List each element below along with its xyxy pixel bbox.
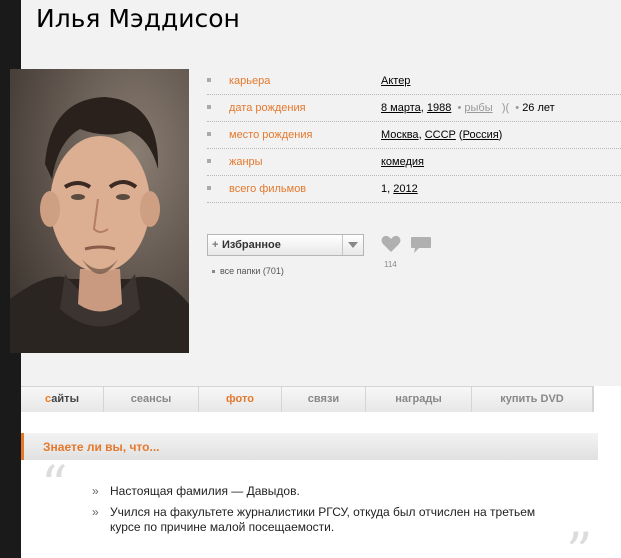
chevron-down-icon	[348, 242, 358, 248]
comment-icon[interactable]	[410, 236, 432, 259]
tab-buy-dvd[interactable]: купить DVD	[472, 386, 593, 412]
tab-sites-label: айты	[51, 393, 79, 405]
tab-bar: сайты сеансы фото связи награды купить D…	[21, 386, 621, 412]
bullet-icon	[207, 159, 211, 163]
tab-sessions[interactable]: сеансы	[104, 386, 199, 412]
profile-photo[interactable]	[10, 69, 189, 353]
info-row-birthdate: дата рождения 8 марта, 1988 • рыбы )( • …	[207, 95, 621, 122]
bullet-icon	[207, 186, 211, 190]
trivia-fact: » Настоящая фамилия — Давыдов.	[92, 484, 562, 499]
tab-awards[interactable]: награды	[366, 386, 472, 412]
all-folders-link[interactable]: все папки (701)	[220, 266, 284, 276]
city-link[interactable]: Москва	[381, 129, 419, 141]
info-label: дата рождения	[229, 102, 306, 114]
trivia-title: Знаете ли вы, что...	[43, 440, 160, 454]
fact-text: Настоящая фамилия — Давыдов.	[110, 484, 300, 498]
page-title: Илья Мэддисон	[36, 4, 240, 33]
birth-year-link[interactable]: 1988	[427, 102, 451, 114]
bullet-icon	[207, 132, 211, 136]
trivia-fact: » Учился на факультете журналистики РГСУ…	[92, 505, 562, 535]
age-text: 26 лет	[522, 102, 555, 114]
raquo-icon: »	[92, 505, 99, 519]
info-value: 8 марта, 1988 • рыбы )( • 26 лет	[381, 102, 555, 114]
tab-label: награды	[395, 393, 442, 405]
quote-open-icon: “	[41, 456, 68, 516]
trivia-header[interactable]: Знаете ли вы, что...	[21, 433, 598, 460]
tab-label: купить DVD	[500, 393, 564, 405]
info-value: Актер	[381, 75, 410, 87]
dot-separator: •	[454, 102, 465, 114]
favorites-label: Избранное	[222, 239, 281, 251]
tab-label: фото	[226, 393, 254, 405]
info-value: 1, 2012	[381, 183, 418, 195]
tab-sites[interactable]: сайты	[21, 386, 104, 412]
dropdown-toggle[interactable]	[342, 235, 363, 255]
info-value: Москва, СССР (Россия)	[381, 129, 503, 141]
fact-text: Учился на факультете журналистики РГСУ, …	[110, 505, 536, 534]
bullet-icon	[207, 78, 211, 82]
info-row-films: всего фильмов 1, 2012	[207, 176, 621, 203]
birth-date-link[interactable]: 8 марта	[381, 102, 421, 114]
folders-link-wrap: все папки (701)	[212, 266, 284, 276]
heart-icon[interactable]	[381, 235, 401, 258]
tab-label: сеансы	[130, 393, 172, 405]
info-label: карьера	[229, 75, 271, 87]
content-area: Знаете ли вы, что... “ » Настоящая фамил…	[21, 412, 621, 558]
region-link[interactable]: Россия	[463, 129, 499, 141]
info-row-career: карьера Актер	[207, 68, 621, 95]
info-label: всего фильмов	[229, 183, 307, 195]
film-year-link[interactable]: 2012	[393, 183, 417, 195]
bullet-icon	[212, 270, 215, 274]
bullet-icon	[207, 105, 211, 109]
genre-link[interactable]: комедия	[381, 156, 424, 168]
page-container: Илья Мэддисон карьера Актер дата рождени…	[10, 0, 621, 558]
career-link[interactable]: Актер	[381, 75, 410, 87]
info-row-birthplace: место рождения Москва, СССР (Россия)	[207, 122, 621, 149]
film-count: 1	[381, 183, 388, 195]
pisces-icon: )(	[495, 102, 516, 114]
tab-label: связи	[307, 393, 340, 405]
quote-close-icon: ”	[566, 523, 593, 558]
info-label: место рождения	[229, 129, 313, 141]
zodiac-link[interactable]: рыбы	[464, 102, 492, 114]
favorites-dropdown[interactable]: + Избранное	[207, 234, 364, 256]
country-link[interactable]: СССР	[425, 129, 456, 141]
info-row-genres: жанры комедия	[207, 149, 621, 176]
likes-count: 114	[384, 260, 397, 269]
tab-photo[interactable]: фото	[199, 386, 282, 412]
tab-spacer	[593, 386, 621, 412]
info-value: комедия	[381, 156, 424, 168]
tab-links[interactable]: связи	[282, 386, 366, 412]
plus-icon: +	[212, 239, 219, 251]
info-table: карьера Актер дата рождения 8 марта, 198…	[207, 68, 621, 203]
info-label: жанры	[229, 156, 263, 168]
raquo-icon: »	[92, 484, 99, 498]
